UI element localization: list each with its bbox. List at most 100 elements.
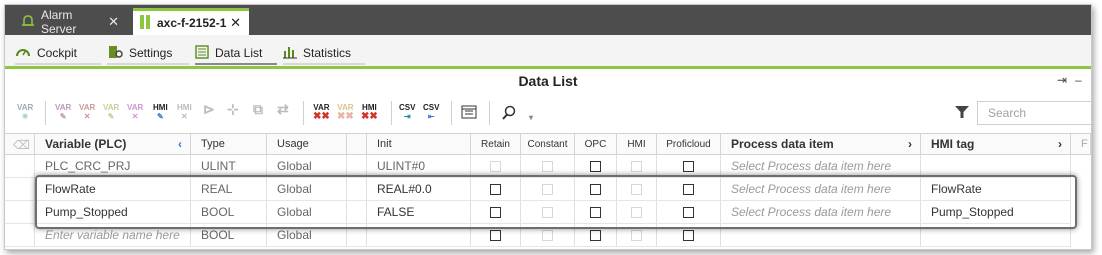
hmi-tag-cell[interactable] [921,155,1071,178]
column-header-proficloud[interactable]: Proficloud [657,133,721,155]
csv-export-button[interactable]: CSV ⇥ [399,103,415,121]
edit-variable-button[interactable]: VAR ✎ [55,103,71,121]
table-row[interactable]: FlowRate REAL Global REAL#0.0 Select Pro… [5,178,1091,201]
hmi-tag-cell[interactable]: FlowRate [921,178,1071,201]
type-cell[interactable]: BOOL [191,201,267,224]
hmi-checkbox[interactable] [631,229,642,241]
search-input[interactable] [977,101,1091,125]
search-zoom-icon[interactable] [501,105,517,123]
tab-axc-f-2152-1[interactable]: axc-f-2152-1 ✕ [133,8,249,35]
expand-right-icon[interactable]: › [1058,137,1062,151]
type-cell[interactable]: ULINT [191,155,267,178]
constant-checkbox[interactable] [542,160,553,172]
column-header-type[interactable]: Type [191,133,267,155]
columns-icon[interactable] [461,105,477,121]
pin-icon[interactable]: ⇥ [1057,73,1067,87]
row-selector[interactable] [5,201,35,224]
retain-checkbox[interactable] [490,160,501,172]
row-selector[interactable] [5,178,35,201]
variable-cell[interactable]: PLC_CRC_PRJ [35,155,191,178]
close-icon[interactable]: ✕ [108,14,119,30]
proficloud-checkbox[interactable] [683,206,694,218]
nav-settings[interactable]: Settings [107,43,189,65]
process-data-item-cell[interactable]: Select Process data item here [721,201,921,224]
usage-cell[interactable]: Global [267,178,347,201]
delete-var-alt-button[interactable]: VAR ✖✖ [337,103,354,122]
minimize-icon[interactable]: – [1075,73,1082,87]
dropdown-chevron-icon[interactable]: ▾ [529,113,533,122]
constant-checkbox[interactable] [542,183,553,195]
hmi-edit-button[interactable]: HMI ✎ [153,103,168,121]
opc-checkbox[interactable] [590,206,601,218]
column-header-init[interactable]: Init [367,133,471,155]
remove-variable-button[interactable]: VAR ✕ [79,103,95,121]
variable-cell[interactable]: Pump_Stopped [35,201,191,224]
variable-cell[interactable]: FlowRate [35,178,191,201]
usage-cell[interactable]: Global [267,155,347,178]
init-cell[interactable]: FALSE [367,201,471,224]
delete-var-button[interactable]: VAR ✖✖ [313,103,330,122]
hmi-checkbox[interactable] [631,183,642,195]
hmi-checkbox[interactable] [631,160,642,172]
hmi-tag-cell[interactable]: Pump_Stopped [921,201,1071,224]
retain-checkbox[interactable] [490,183,501,195]
column-header-retain[interactable]: Retain [471,133,521,155]
retain-checkbox[interactable] [490,229,501,241]
collapse-left-icon[interactable]: ‹ [178,137,182,151]
row-selector[interactable] [5,224,35,247]
column-header-usage[interactable]: Usage [267,133,347,155]
forward-icon[interactable]: ⊳ [203,102,215,116]
type-cell[interactable]: REAL [191,178,267,201]
copy-icon[interactable]: ⧉ [253,102,263,116]
expand-right-icon[interactable]: › [908,137,912,151]
column-header-process-data-item[interactable]: Process data item › [721,133,921,155]
nav-data-list[interactable]: Data List [195,43,277,65]
column-header-constant[interactable]: Constant [521,133,575,155]
column-header-extra[interactable]: F [1071,133,1091,155]
add-variable-button[interactable]: VAR ✳ [17,103,33,121]
nav-cockpit[interactable]: Cockpit [15,43,101,65]
column-header-opc[interactable]: OPC [575,133,617,155]
type-cell[interactable]: BOOL [191,224,267,247]
proficloud-checkbox[interactable] [683,160,694,172]
constant-checkbox[interactable] [542,206,553,218]
retain-checkbox[interactable] [490,206,501,218]
table-row[interactable]: Pump_Stopped BOOL Global FALSE Select Pr… [5,201,1091,224]
hmi-remove-button[interactable]: HMI ✕ [177,103,192,121]
process-data-item-cell[interactable] [721,224,921,247]
usage-cell[interactable]: Global [267,201,347,224]
proficloud-checkbox[interactable] [683,183,694,195]
table-row[interactable]: PLC_CRC_PRJ ULINT Global ULINT#0 Select … [5,155,1091,178]
nav-statistics[interactable]: Statistics [283,43,365,65]
init-cell[interactable] [367,224,471,247]
row-selector[interactable] [5,155,35,178]
process-data-item-cell[interactable]: Select Process data item here [721,178,921,201]
variable-clear-button[interactable]: VAR ✕ [127,103,143,121]
swap-icon[interactable]: ⇄ [277,102,289,116]
tab-alarm-server[interactable]: Alarm Server ✕ [15,8,127,36]
eraser-icon[interactable]: ⌫ [13,138,30,152]
proficloud-checkbox[interactable] [683,229,694,241]
hmi-checkbox[interactable] [631,206,642,218]
delete-hmi-button[interactable]: HMI ✖✖ [361,103,378,122]
column-header-hmi[interactable]: HMI [617,133,657,155]
filter-icon[interactable] [955,106,969,121]
blank-cell [347,155,367,178]
process-data-item-cell[interactable]: Select Process data item here [721,155,921,178]
expand-icon[interactable]: ⊹ [227,102,239,116]
init-cell[interactable]: REAL#0.0 [367,178,471,201]
hmi-tag-cell[interactable] [921,224,1071,247]
column-header-variable[interactable]: Variable (PLC) ‹ [35,133,191,155]
usage-cell[interactable]: Global [267,224,347,247]
constant-checkbox[interactable] [542,229,553,241]
new-variable-input[interactable]: Enter variable name here [35,224,191,247]
table-row-new[interactable]: Enter variable name here BOOL Global [5,224,1091,247]
init-cell[interactable]: ULINT#0 [367,155,471,178]
opc-checkbox[interactable] [590,183,601,195]
variable-option-button[interactable]: VAR ✎ [103,103,119,121]
csv-import-button[interactable]: CSV ⇤ [423,103,439,121]
close-icon[interactable]: ✕ [230,15,241,31]
opc-checkbox[interactable] [590,160,601,172]
column-header-hmi-tag[interactable]: HMI tag › [921,133,1071,155]
opc-checkbox[interactable] [590,229,601,241]
